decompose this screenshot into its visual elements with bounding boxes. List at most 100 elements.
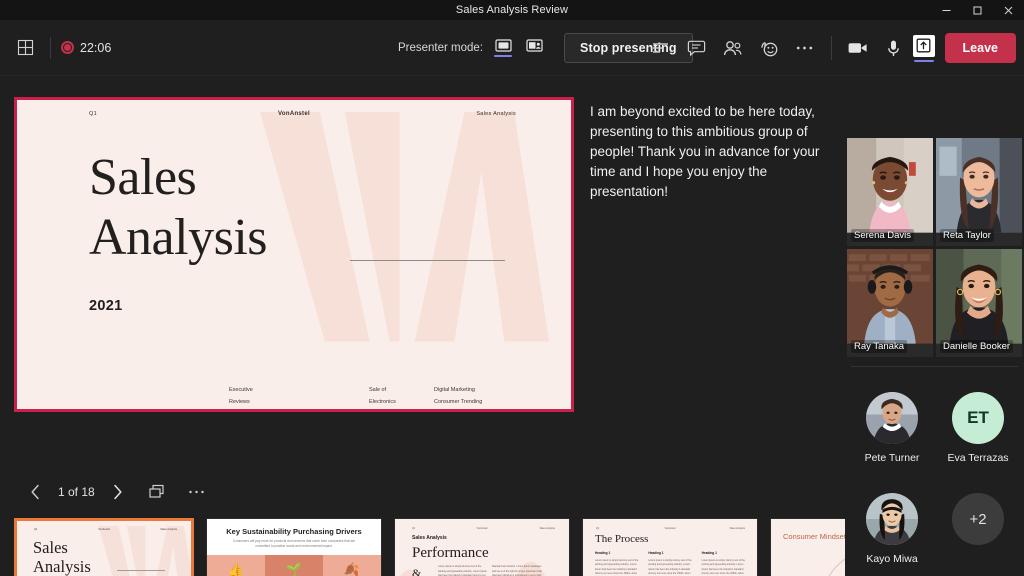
- slide-header-right: Sales Analysis: [476, 111, 516, 117]
- chevron-right-icon[interactable]: [105, 479, 131, 505]
- thumb3-kicker: Sales Analysis: [412, 535, 447, 541]
- slide-counter: 1 of 18: [52, 485, 101, 499]
- ray-tanaka-video: [847, 249, 933, 344]
- rail-divider: [851, 366, 1018, 367]
- danielle-booker-video: [936, 249, 1022, 344]
- list-icon[interactable]: [644, 31, 678, 65]
- thumbnail-2[interactable]: Key Sustainability Purchasing Drivers Co…: [206, 518, 382, 576]
- video-tile-name: Ray Tanaka: [851, 340, 907, 353]
- thumb4-header-left: Q1: [596, 527, 599, 530]
- share-content-button[interactable]: [913, 35, 935, 62]
- window-title: Sales Analysis Review: [456, 4, 568, 16]
- slides-grid-icon[interactable]: [143, 479, 171, 505]
- close-icon[interactable]: [993, 0, 1024, 20]
- watermark-va-logo: [250, 112, 549, 372]
- roster-item-pete-turner[interactable]: Pete Turner: [848, 392, 936, 464]
- slide-title-line2: Analysis: [89, 208, 267, 268]
- thumb1-rule: [117, 570, 165, 571]
- thumb4-col3-heading: Heading 1: [702, 551, 745, 555]
- slide-footer-col1: Executive Reviews: [229, 385, 253, 408]
- recording-indicator: 22:06: [61, 41, 111, 55]
- ellipsis-icon[interactable]: [788, 31, 822, 65]
- slide-more-options-icon[interactable]: [183, 479, 211, 505]
- presenter-mode-selected-indicator: [494, 55, 512, 57]
- slide-rule: [350, 260, 505, 261]
- record-dot-icon: [61, 41, 74, 54]
- slide-canvas: Q1 VonAnstel Sales Analysis Sales Analys…: [17, 100, 571, 409]
- kayo-miwa-avatar-photo: [866, 493, 918, 545]
- thumb4-col3-body: Lorem ipsum is simply dummy text of the …: [702, 559, 745, 576]
- meeting-toolbar: 22:06 Presenter mode:: [0, 20, 1024, 76]
- slide-title: Sales Analysis: [89, 148, 267, 269]
- thumb4-column-2: Heading 1 Lorem ipsum is simply dummy te…: [648, 551, 691, 576]
- slide-header-logo: VonAnstel: [278, 111, 310, 117]
- thumbnail-4-preview[interactable]: Q1 VonAnstel Sales Analysis The Process …: [582, 518, 758, 576]
- thumbnail-4[interactable]: Q1 VonAnstel Sales Analysis The Process …: [582, 518, 758, 576]
- people-icon[interactable]: [716, 31, 750, 65]
- thumb4-header-center: VonAnstel: [665, 527, 676, 530]
- leaf-icon: 🍂: [344, 563, 360, 576]
- roster-item-kayo-miwa[interactable]: Kayo Miwa: [848, 493, 936, 565]
- thumb2-stat-columns: 👍 62% The products are made by a Brand/c…: [207, 555, 381, 576]
- leave-button[interactable]: Leave: [945, 33, 1016, 63]
- toolbar-divider: [50, 37, 51, 59]
- thumb2-stat-1: 👍 62% The products are made by a Brand/c…: [207, 555, 265, 576]
- thumb3-body-right: Standard and random. Lorem Ipsum passage…: [492, 565, 542, 576]
- thumb4-column-3: Heading 1 Lorem ipsum is simply dummy te…: [702, 551, 745, 576]
- thumb4-header-right: Sales Analysis: [730, 527, 745, 530]
- video-tile-grid: Serena Davis: [847, 138, 1022, 357]
- thumb1-watermark: [95, 526, 194, 576]
- maximize-icon[interactable]: [962, 0, 993, 20]
- slide-header-left: Q1: [89, 111, 97, 117]
- thumb2-heading: Key Sustainability Purchasing Drivers: [207, 527, 381, 536]
- reactions-icon[interactable]: [752, 31, 786, 65]
- minimize-icon[interactable]: [931, 0, 962, 20]
- thumb4-columns: Heading 1 Lorem ipsum is simply dummy te…: [595, 551, 745, 576]
- video-tile-reta-taylor[interactable]: Reta Taylor: [936, 138, 1022, 246]
- window-controls: [931, 0, 1024, 20]
- camera-icon[interactable]: [841, 31, 875, 65]
- thumbnail-1-preview[interactable]: Q1 VonAnstel Sales Analysis Sales Analys…: [14, 518, 194, 576]
- thumb3-ampersand: &: [412, 566, 421, 576]
- presenter-mode-side-by-side[interactable]: [523, 35, 545, 61]
- thumbnail-3-preview[interactable]: Q1 VonAnstel Sales Analysis Sales Analys…: [394, 518, 570, 576]
- thumbnail-1[interactable]: Q1 VonAnstel Sales Analysis Sales Analys…: [14, 518, 194, 576]
- roster-item-name: Kayo Miwa: [848, 553, 936, 565]
- thumb4-col2-body: Lorem ipsum is simply dummy text of the …: [648, 559, 691, 576]
- overflow-count: +2: [952, 493, 1004, 545]
- presenter-mode-content-only[interactable]: [492, 35, 514, 61]
- grid-view-icon[interactable]: [10, 33, 40, 63]
- roster-item-eva-terrazas[interactable]: ET Eva Terrazas: [934, 392, 1022, 464]
- video-tile-name: Serena Davis: [851, 229, 914, 242]
- slide-footer-col3-line1: Digital Marketing: [434, 385, 482, 397]
- thumb1-title-line2: Analysis: [33, 557, 91, 576]
- thumbnail-3[interactable]: Q1 VonAnstel Sales Analysis Sales Analys…: [394, 518, 570, 576]
- avatar: [866, 493, 918, 545]
- microphone-icon[interactable]: [877, 31, 911, 65]
- slide-year: 2021: [89, 298, 122, 314]
- avatar: [866, 392, 918, 444]
- roster-item-overflow[interactable]: +2: [934, 493, 1022, 545]
- thumbnail-2-preview[interactable]: Key Sustainability Purchasing Drivers Co…: [206, 518, 382, 576]
- chat-bubble-icon[interactable]: [680, 31, 714, 65]
- serena-davis-video: [847, 138, 933, 233]
- toolbar-left-group: 22:06: [0, 33, 111, 63]
- roster-item-name: Pete Turner: [848, 452, 936, 464]
- video-tile-ray-tanaka[interactable]: Ray Tanaka: [847, 249, 933, 357]
- thumb3-title: Performance: [412, 545, 489, 562]
- video-tile-serena-davis[interactable]: Serena Davis: [847, 138, 933, 246]
- video-tile-danielle-booker[interactable]: Danielle Booker: [936, 249, 1022, 357]
- chevron-left-icon[interactable]: [22, 479, 48, 505]
- participant-roster: Pete Turner ET Eva Terrazas: [845, 378, 1024, 576]
- video-tile-name: Reta Taylor: [940, 229, 994, 242]
- thumb2-subheading: Consumers will pay more for products and…: [229, 539, 359, 549]
- recording-time: 22:06: [80, 41, 111, 55]
- slide-footer-col2: Sale of Electronics: [369, 385, 396, 408]
- presenter-mode-label: Presenter mode:: [398, 42, 483, 54]
- thumb3-header-center: VonAnstel: [477, 527, 488, 530]
- slide-title-line1: Sales: [89, 148, 267, 208]
- shared-slide[interactable]: Q1 VonAnstel Sales Analysis Sales Analys…: [14, 97, 574, 412]
- thumb1-header-left: Q1: [34, 528, 37, 531]
- toolbar-right-group: Leave: [644, 20, 1016, 76]
- reta-taylor-video: [936, 138, 1022, 233]
